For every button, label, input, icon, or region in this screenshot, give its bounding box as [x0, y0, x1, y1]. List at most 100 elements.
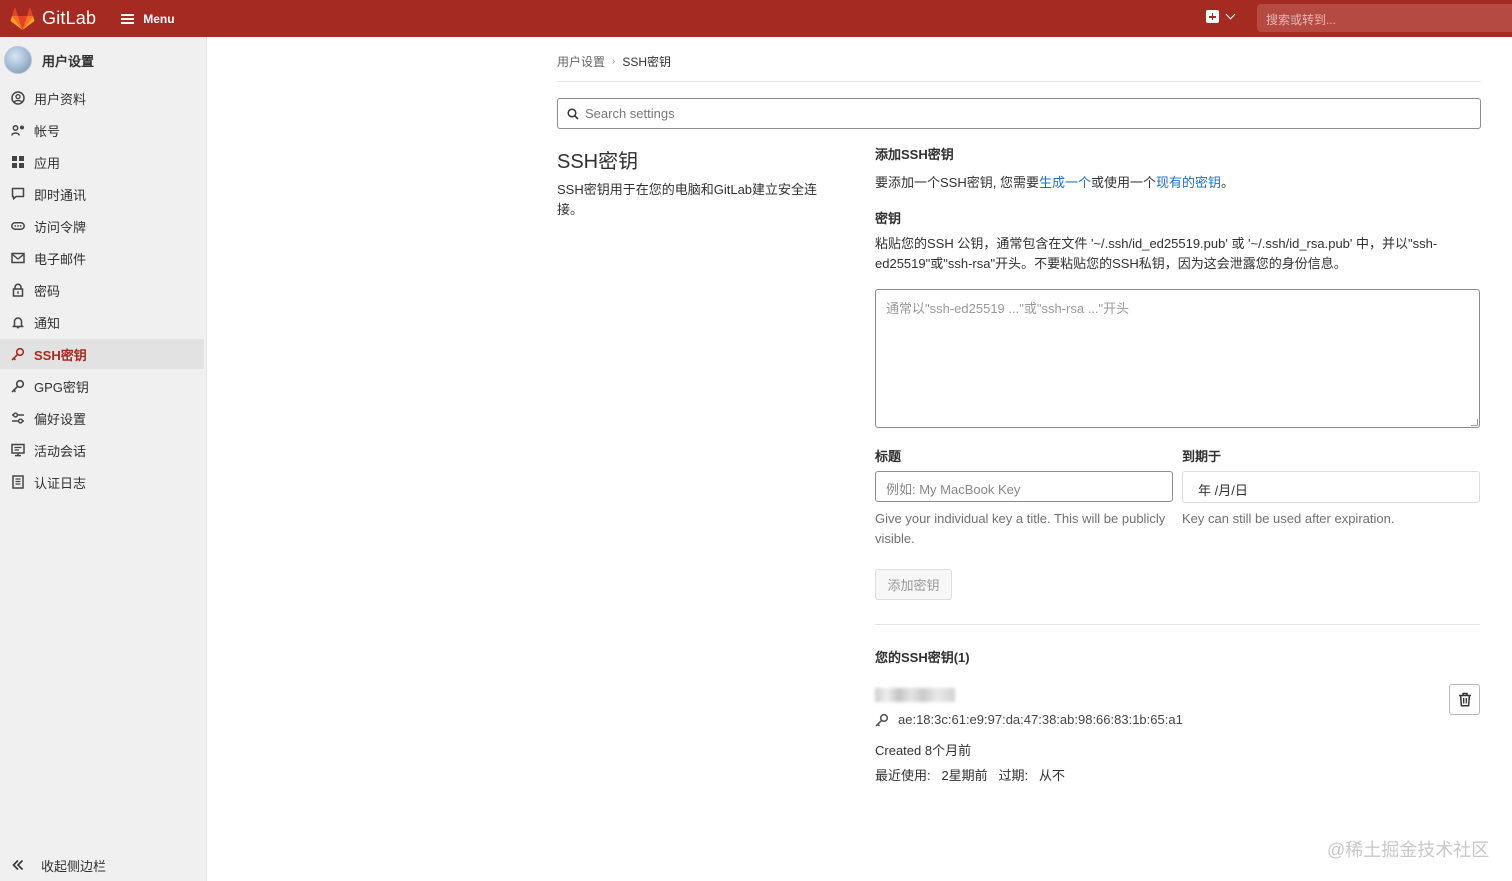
double-chevron-left-icon — [12, 859, 24, 871]
search-settings-input[interactable]: Search settings — [557, 98, 1481, 129]
account-icon — [11, 123, 25, 137]
intro-middle: 或使用一个 — [1090, 175, 1156, 190]
sidebar-item-emails[interactable]: 电子邮件 — [0, 243, 204, 273]
sidebar-item-active-sessions[interactable]: 活动会话 — [0, 435, 204, 465]
key-icon — [875, 713, 889, 726]
sidebar-item-label: 认证日志 — [34, 475, 87, 491]
collapse-sidebar-button[interactable]: 收起侧边栏 — [0, 849, 206, 881]
breadcrumb-user-settings[interactable]: 用户设置 — [557, 53, 605, 70]
title-input-placeholder: 例如: My MacBook Key — [886, 482, 1021, 497]
ssh-key-usage: 最近使用: 2星期前 过期: 从不 — [875, 765, 1065, 784]
add-key-button[interactable]: 添加密钥 — [875, 569, 952, 600]
breadcrumb: 用户设置 › SSH密钥 — [557, 53, 671, 70]
monitor-icon — [11, 443, 25, 457]
sidebar-item-notifications[interactable]: 通知 — [0, 307, 204, 337]
ssh-key-fingerprint-row: ae:18:3c:61:e9:97:da:47:38:ab:98:66:83:1… — [875, 712, 1183, 727]
menu-button[interactable]: Menu — [121, 11, 175, 26]
sidebar-item-label: 访问令牌 — [34, 219, 87, 235]
key-icon — [11, 347, 25, 361]
sidebar-item-applications[interactable]: 应用 — [0, 147, 204, 177]
menu-label: Menu — [143, 11, 175, 26]
trash-icon — [1458, 692, 1471, 707]
delete-key-button[interactable] — [1449, 684, 1480, 715]
key-label: 密钥 — [875, 211, 902, 226]
sidebar-item-label: 即时通讯 — [34, 187, 87, 203]
add-ssh-key-heading: 添加SSH密钥 — [875, 147, 954, 162]
key-textarea[interactable]: 通常以"ssh-ed25519 ..."或"ssh-rsa ..."开头 — [875, 289, 1480, 428]
sidebar-item-authentication-log[interactable]: 认证日志 — [0, 467, 204, 497]
global-search-input[interactable]: 搜索或转到... — [1257, 4, 1512, 32]
page-title: SSH密钥 — [557, 151, 639, 173]
expires-label: 到期于 — [1182, 449, 1222, 464]
log-icon — [11, 475, 25, 489]
add-ssh-key-intro: 要添加一个SSH密钥, 您需要生成一个或使用一个现有的密钥。 — [875, 172, 1234, 191]
sidebar-item-label: 帐号 — [34, 123, 61, 139]
sidebar-item-label: 电子邮件 — [34, 251, 87, 267]
sidebar-item-label: 应用 — [34, 155, 61, 171]
sidebar-item-access-tokens[interactable]: 访问令牌 — [0, 211, 204, 241]
sidebar-item-ssh-keys[interactable]: SSH密钥 — [0, 339, 204, 369]
ssh-key-title-blurred[interactable]: key-name — [875, 688, 955, 702]
chat-icon — [11, 187, 25, 201]
sidebar-item-preferences[interactable]: 偏好设置 — [0, 403, 204, 433]
sidebar-item-label: 偏好设置 — [34, 411, 87, 427]
hamburger-icon — [121, 13, 135, 24]
tanuki-icon — [10, 7, 35, 30]
global-search-placeholder: 搜索或转到... — [1266, 13, 1337, 27]
sidebar-item-label: 密码 — [34, 283, 61, 299]
sidebar-item-password[interactable]: 密码 — [0, 275, 204, 305]
sidebar-header[interactable]: 用户设置 — [0, 37, 206, 83]
title-input[interactable]: 例如: My MacBook Key — [875, 471, 1173, 502]
key-icon — [11, 379, 25, 393]
title-label: 标题 — [875, 449, 902, 464]
blurred-key-name: key-name — [875, 688, 955, 702]
resize-handle[interactable] — [1471, 419, 1478, 426]
watermark: @稀土掘金技术社区 — [1327, 840, 1490, 860]
search-settings-placeholder: Search settings — [585, 106, 675, 121]
top-navbar: GitLab Menu 搜索或转到... — [0, 0, 1512, 37]
brand-name: GitLab — [42, 8, 97, 28]
key-textarea-placeholder: 通常以"ssh-ed25519 ..."或"ssh-rsa ..."开头 — [886, 301, 1130, 316]
search-icon — [567, 107, 579, 120]
settings-sidebar: 用户设置 用户资料 帐号 应用 即时通讯 访问令牌 电子邮件 密码 通知 SSH… — [0, 37, 207, 881]
lock-icon — [11, 283, 25, 297]
breadcrumb-divider — [557, 81, 1481, 82]
breadcrumb-separator: › — [612, 56, 616, 67]
title-help-text: Give your individual key a title. This w… — [875, 511, 1166, 546]
sidebar-item-account[interactable]: 帐号 — [0, 115, 204, 145]
applications-icon — [11, 155, 25, 169]
generate-key-link[interactable]: 生成一个 — [1039, 175, 1091, 190]
expires-help-text: Key can still be used after expiration. — [1182, 511, 1395, 526]
expires-date-input[interactable]: 年 /月/日 — [1182, 471, 1480, 503]
token-icon — [11, 219, 25, 233]
sidebar-title: 用户设置 — [42, 53, 95, 69]
collapse-sidebar-label: 收起侧边栏 — [41, 858, 107, 874]
sidebar-item-profile[interactable]: 用户资料 — [0, 83, 204, 113]
intro-prefix: 要添加一个SSH密钥, 您需要 — [875, 175, 1039, 190]
sidebar-item-gpg-keys[interactable]: GPG密钥 — [0, 371, 204, 401]
mail-icon — [11, 251, 25, 265]
section-description: SSH密钥用于在您的电脑和GitLab建立安全连接。 — [557, 182, 818, 217]
gitlab-logo[interactable]: GitLab — [10, 7, 96, 31]
sidebar-item-label: SSH密钥 — [34, 347, 87, 363]
expires-date-value: 年 /月/日 — [1198, 483, 1248, 498]
intro-suffix: 。 — [1221, 175, 1235, 190]
bell-icon — [11, 315, 25, 329]
new-dropdown-button[interactable] — [1206, 9, 1236, 23]
key-help-text: 粘贴您的SSH 公钥，通常包含在文件 '~/.ssh/id_ed25519.pu… — [875, 236, 1438, 271]
chevron-down-icon — [1225, 9, 1236, 20]
ssh-key-last-used: 最近使用: 2星期前 过期: 从不 — [875, 768, 1065, 783]
sidebar-item-label: GPG密钥 — [34, 379, 89, 395]
ssh-key-created: Created 8个月前 — [875, 743, 972, 758]
sidebar-item-chat[interactable]: 即时通讯 — [0, 179, 204, 209]
sidebar-item-label: 通知 — [34, 315, 61, 331]
breadcrumb-current[interactable]: SSH密钥 — [622, 53, 671, 70]
avatar — [4, 46, 32, 74]
sidebar-item-label: 活动会话 — [34, 443, 87, 459]
existing-key-link[interactable]: 现有的密钥 — [1156, 175, 1221, 190]
profile-icon — [11, 91, 25, 105]
section-divider — [875, 624, 1480, 625]
sidebar-item-label: 用户资料 — [34, 91, 87, 107]
preferences-icon — [11, 411, 25, 425]
ssh-key-fingerprint: ae:18:3c:61:e9:97:da:47:38:ab:98:66:83:1… — [898, 712, 1183, 727]
